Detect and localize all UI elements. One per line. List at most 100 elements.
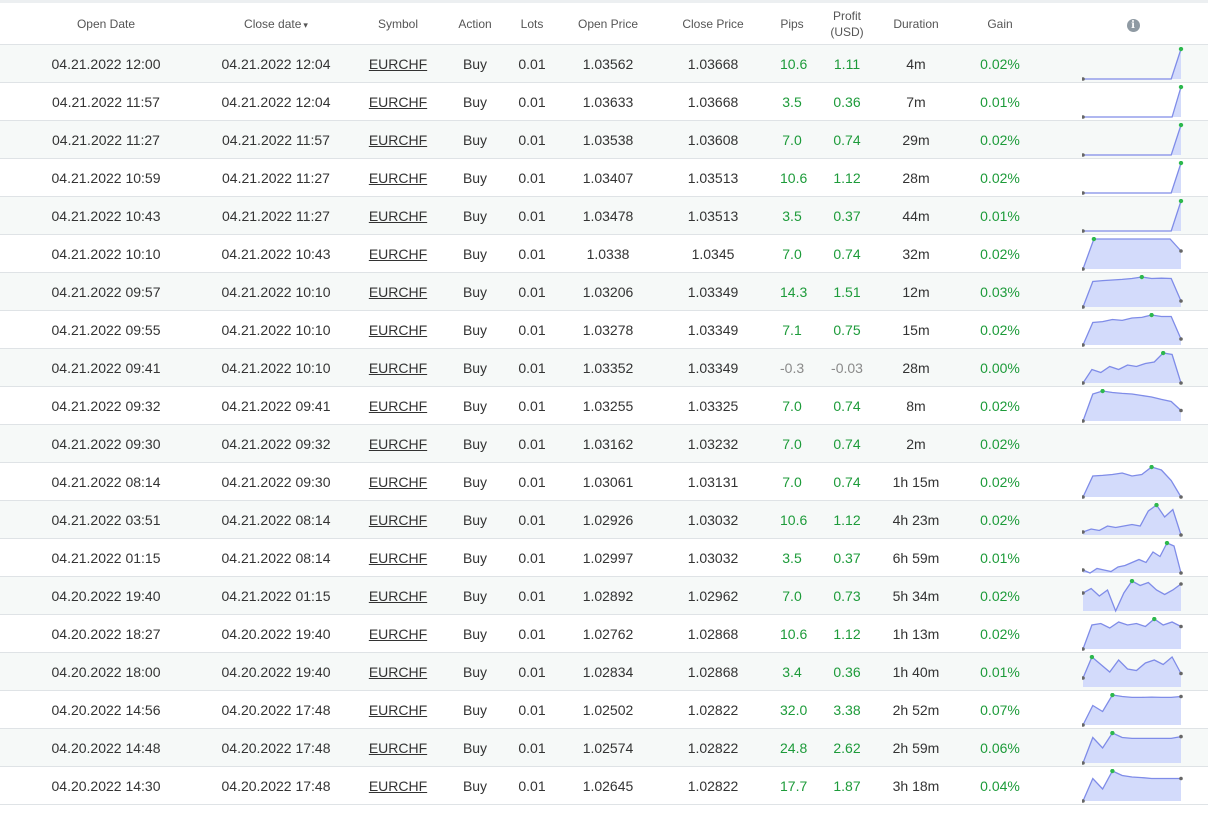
duration-cell: 44m bbox=[902, 207, 930, 224]
open-date-cell: 04.21.2022 11:27 bbox=[52, 131, 160, 148]
lots-cell: 0.01 bbox=[494, 576, 570, 615]
close-price-cell: 1.03349 bbox=[687, 283, 739, 300]
table-row[interactable]: 04.21.2022 10:59 04.21.2022 11:27 EURCHF Bu… bbox=[0, 158, 1208, 197]
col-pips[interactable]: Pips bbox=[780, 4, 804, 45]
symbol-link[interactable]: EURCHF bbox=[369, 246, 427, 262]
col-close-date[interactable]: Close date ▾ bbox=[212, 4, 340, 45]
lots-cell: 0.01 bbox=[518, 131, 546, 148]
duration-cell: 32m bbox=[902, 245, 930, 262]
symbol-cell: EURCHF bbox=[340, 44, 456, 83]
action-cell: Buy bbox=[456, 652, 494, 691]
lots-cell: 0.01 bbox=[518, 511, 546, 528]
col-open-date[interactable]: Open Date bbox=[0, 4, 212, 45]
gain-cell: 0.02% bbox=[942, 576, 1058, 615]
col-open-price[interactable]: Open Price bbox=[570, 4, 646, 45]
sparkline-max-marker bbox=[1129, 578, 1135, 583]
symbol-link[interactable]: EURCHF bbox=[369, 208, 427, 224]
table-row[interactable]: 04.21.2022 01:15 04.21.2022 08:14 EURCHF Bu… bbox=[0, 538, 1208, 577]
table-row[interactable]: 04.21.2022 12:00 04.21.2022 12:04 EURCHF Bu… bbox=[0, 44, 1208, 83]
pips-cell: 14.3 bbox=[780, 283, 808, 300]
symbol-cell: EURCHF bbox=[340, 272, 456, 311]
open-price-cell: 1.02502 bbox=[570, 690, 646, 729]
gain-cell: 0.02% bbox=[980, 245, 1020, 262]
action-cell: Buy bbox=[456, 120, 494, 159]
symbol-link[interactable]: EURCHF bbox=[369, 170, 427, 186]
table-row[interactable]: 04.21.2022 10:10 04.21.2022 10:43 EURCHF Bu… bbox=[0, 234, 1208, 273]
col-close-price[interactable]: Close Price bbox=[646, 4, 780, 45]
open-date-cell: 04.20.2022 14:48 bbox=[51, 739, 161, 756]
col-gain[interactable]: Gain bbox=[942, 4, 1058, 45]
action-cell: Buy bbox=[456, 462, 494, 501]
duration-cell: 15m bbox=[902, 321, 930, 338]
symbol-link[interactable]: EURCHF bbox=[369, 778, 427, 794]
lots-cell: 0.01 bbox=[494, 500, 570, 539]
sparkline-end-marker bbox=[1179, 671, 1183, 675]
table-row[interactable]: 04.20.2022 18:27 04.20.2022 19:40 EURCHF Bu… bbox=[0, 614, 1208, 653]
sparkline-area bbox=[1083, 352, 1181, 383]
close-date-cell: 04.21.2022 10:10 bbox=[212, 272, 340, 311]
table-row[interactable]: 04.20.2022 14:56 04.20.2022 17:48 EURCHF Bu… bbox=[0, 690, 1208, 729]
table-row[interactable]: 04.20.2022 14:30 04.20.2022 17:48 EURCHF Bu… bbox=[0, 766, 1208, 805]
symbol-link[interactable]: EURCHF bbox=[369, 360, 427, 376]
col-symbol[interactable]: Symbol bbox=[340, 4, 456, 45]
symbol-link[interactable]: EURCHF bbox=[369, 740, 427, 756]
info-icon[interactable]: i bbox=[1126, 19, 1140, 32]
pips-cell: 3.5 bbox=[780, 538, 804, 577]
table-row[interactable]: 04.20.2022 18:00 04.20.2022 19:40 EURCHF Bu… bbox=[0, 652, 1208, 691]
table-row[interactable]: 04.21.2022 08:14 04.21.2022 09:30 EURCHF Bu… bbox=[0, 462, 1208, 501]
symbol-link[interactable]: EURCHF bbox=[369, 664, 427, 680]
open-date-cell: 04.21.2022 10:10 bbox=[51, 245, 161, 262]
sparkline-area bbox=[1083, 238, 1181, 269]
gain-cell: 0.01% bbox=[942, 196, 1058, 235]
col-duration[interactable]: Duration bbox=[890, 4, 942, 45]
table-row[interactable]: 04.21.2022 10:43 04.21.2022 11:27 EURCHF Bu… bbox=[0, 196, 1208, 235]
symbol-link[interactable]: EURCHF bbox=[369, 284, 427, 300]
col-lots[interactable]: Lots bbox=[494, 4, 570, 45]
lots-cell: 0.01 bbox=[518, 207, 546, 224]
table-row[interactable]: 04.21.2022 09:55 04.21.2022 10:10 EURCHF Bu… bbox=[0, 310, 1208, 349]
symbol-link[interactable]: EURCHF bbox=[369, 512, 427, 528]
close-date-cell: 04.21.2022 11:27 bbox=[212, 196, 340, 235]
table-row[interactable]: 04.20.2022 14:48 04.20.2022 17:48 EURCHF Bu… bbox=[0, 728, 1208, 767]
col-profit[interactable]: Profit (USD) bbox=[804, 4, 890, 45]
sparkline-area bbox=[1083, 580, 1181, 611]
sparkline bbox=[1082, 730, 1183, 765]
table-row[interactable]: 04.21.2022 11:27 04.21.2022 11:57 EURCHF Bu… bbox=[0, 120, 1208, 159]
open-date-cell: 04.21.2022 08:14 bbox=[51, 473, 161, 490]
symbol-link[interactable]: EURCHF bbox=[369, 322, 427, 338]
symbol-link[interactable]: EURCHF bbox=[369, 56, 427, 72]
pips-cell: 24.8 bbox=[780, 739, 808, 756]
sparkline-cell bbox=[1058, 766, 1208, 805]
sparkline-line bbox=[1083, 124, 1182, 156]
symbol-link[interactable]: EURCHF bbox=[369, 702, 427, 718]
pips-cell: 7.0 bbox=[782, 131, 802, 148]
table-row[interactable]: 04.21.2022 09:57 04.21.2022 10:10 EURCHF Bu… bbox=[0, 272, 1208, 311]
symbol-link[interactable]: EURCHF bbox=[369, 398, 427, 414]
open-price-cell: 1.02997 bbox=[582, 549, 634, 566]
symbol-link[interactable]: EURCHF bbox=[369, 550, 427, 566]
table-row[interactable]: 04.21.2022 03:51 04.21.2022 08:14 EURCHF Bu… bbox=[0, 500, 1208, 539]
action-cell: Buy bbox=[456, 728, 494, 767]
symbol-link[interactable]: EURCHF bbox=[369, 132, 427, 148]
table-row[interactable]: 04.21.2022 09:30 04.21.2022 09:32 EURCHF Bu… bbox=[0, 424, 1208, 463]
lots-cell: 0.01 bbox=[494, 766, 570, 805]
col-action[interactable]: Action bbox=[456, 4, 494, 45]
table-row[interactable]: 04.21.2022 09:41 04.21.2022 10:10 EURCHF Bu… bbox=[0, 348, 1208, 387]
table-row[interactable]: 04.21.2022 09:32 04.21.2022 09:41 EURCHF Bu… bbox=[0, 386, 1208, 425]
lots-cell: 0.01 bbox=[494, 652, 570, 691]
lots-cell: 0.01 bbox=[518, 777, 546, 794]
symbol-link[interactable]: EURCHF bbox=[369, 626, 427, 642]
close-date-cell: 04.21.2022 08:14 bbox=[221, 549, 331, 566]
open-price-cell: 1.03278 bbox=[582, 321, 634, 338]
symbol-link[interactable]: EURCHF bbox=[369, 94, 427, 110]
pips-cell: 10.6 bbox=[780, 614, 807, 653]
action-cell: Buy bbox=[462, 321, 488, 338]
symbol-link[interactable]: EURCHF bbox=[369, 436, 427, 452]
gain-cell: 0.01% bbox=[980, 549, 1020, 566]
symbol-link[interactable]: EURCHF bbox=[369, 474, 427, 490]
table-row[interactable]: 04.21.2022 11:57 04.21.2022 12:04 EURCHF Bu… bbox=[0, 82, 1208, 121]
symbol-link[interactable]: EURCHF bbox=[369, 588, 427, 604]
table-row[interactable]: 04.20.2022 19:40 04.21.2022 01:15 EURCHF Bu… bbox=[0, 576, 1208, 615]
profit-cell: 0.73 bbox=[833, 587, 861, 604]
symbol-cell: EURCHF bbox=[340, 310, 456, 349]
